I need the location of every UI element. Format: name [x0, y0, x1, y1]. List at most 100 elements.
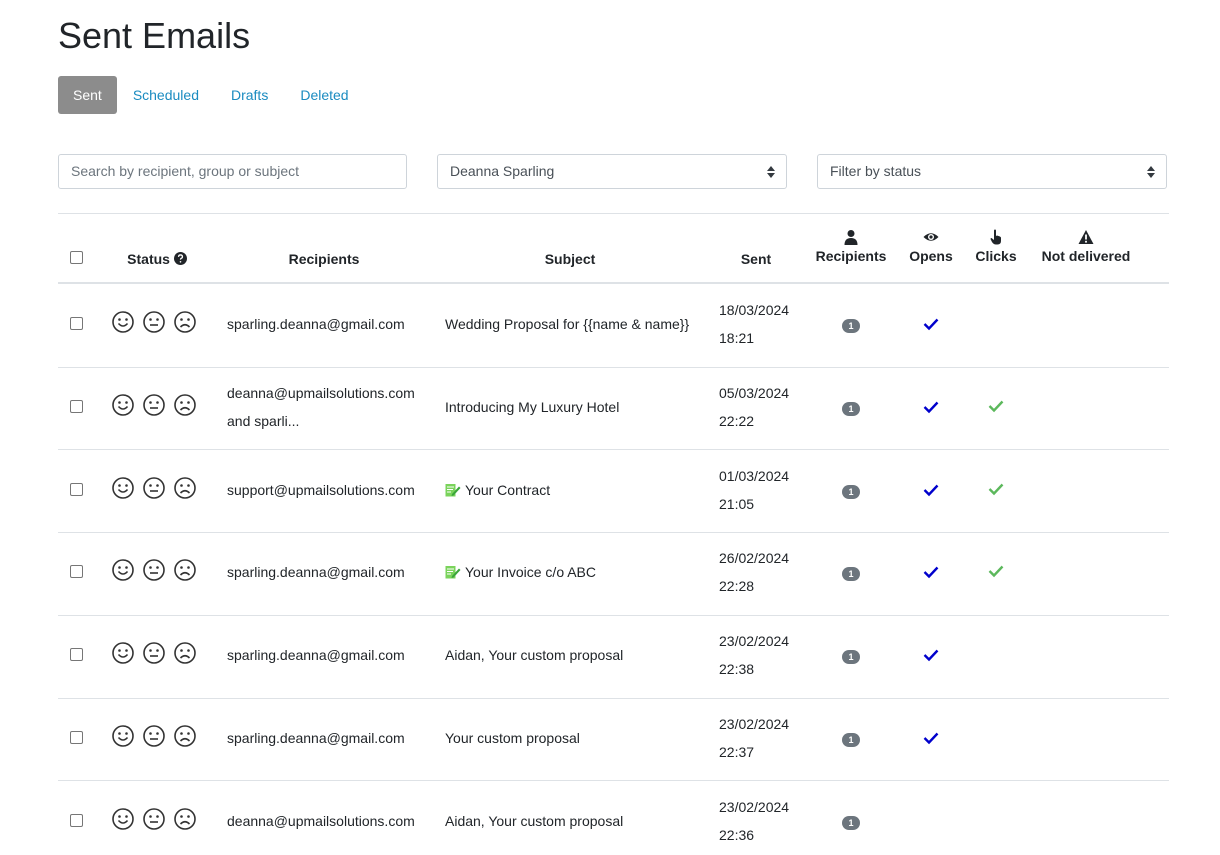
- row-recipients: sparling.deanna@gmail.com: [227, 564, 405, 581]
- signed-document-icon: [445, 566, 461, 579]
- row-sent-date: 26/02/2024: [719, 550, 790, 567]
- row-subject[interactable]: Your Invoice c/o ABC: [445, 558, 596, 586]
- row-sent: 23/02/2024 22:38: [719, 627, 789, 683]
- select-arrows-icon: [767, 166, 775, 178]
- header-clicks[interactable]: Clicks: [966, 229, 1026, 265]
- user-icon: [844, 230, 858, 245]
- row-sent: 18/03/2024 18:21: [719, 296, 789, 352]
- recipients-count-badge[interactable]: 1: [842, 402, 860, 417]
- tab-drafts[interactable]: Drafts: [215, 76, 284, 114]
- frown-face-icon[interactable]: [174, 311, 196, 334]
- recipients-count-badge[interactable]: 1: [842, 484, 860, 499]
- row-subject-text: Wedding Proposal for {{name & name}}: [445, 316, 690, 333]
- blue-check-icon: [923, 319, 939, 331]
- warning-triangle-icon: [1078, 230, 1094, 244]
- neutral-face-icon[interactable]: [143, 311, 165, 334]
- user-select-value: Deanna Sparling: [450, 163, 555, 179]
- header-recipients-count[interactable]: Recipients: [811, 229, 891, 265]
- header-sent[interactable]: Sent: [726, 250, 786, 268]
- header-opens[interactable]: Opens: [901, 229, 961, 265]
- smile-face-icon[interactable]: [112, 311, 134, 334]
- neutral-face-icon[interactable]: [143, 725, 165, 747]
- row-subject[interactable]: Your custom proposal: [445, 724, 580, 752]
- row-subject-text: Your Invoice c/o ABC: [465, 564, 597, 581]
- neutral-face-icon[interactable]: [143, 559, 165, 582]
- green-check-icon: [988, 400, 1004, 413]
- question-circle-icon[interactable]: [173, 252, 187, 265]
- row-sent-time: 18:21: [719, 330, 755, 347]
- row-checkbox[interactable]: [70, 317, 83, 331]
- row-subject-text: Your custom proposal: [445, 729, 580, 746]
- eye-icon: [923, 233, 939, 241]
- header-subject[interactable]: Subject: [510, 250, 630, 268]
- select-arrows-icon: [1147, 166, 1155, 178]
- frown-face-icon[interactable]: [174, 642, 196, 664]
- row-subject[interactable]: Your Contract: [445, 476, 550, 504]
- recipients-count-badge[interactable]: 1: [842, 319, 860, 334]
- row-sent-time: 22:36: [719, 826, 755, 843]
- user-select[interactable]: Deanna Sparling: [437, 154, 787, 189]
- header-status[interactable]: Status: [112, 250, 202, 268]
- row-subject[interactable]: Introducing My Luxury Hotel: [445, 393, 619, 421]
- blue-check-icon: [923, 401, 939, 414]
- row-checkbox[interactable]: [70, 482, 83, 496]
- pointer-hand-icon: [990, 229, 1001, 245]
- row-recipients: sparling.deanna@gmail.com: [227, 316, 405, 333]
- smile-face-icon[interactable]: [112, 807, 134, 830]
- frown-face-icon[interactable]: [174, 559, 196, 582]
- tab-scheduled[interactable]: Scheduled: [117, 76, 215, 114]
- row-divider: [58, 449, 1169, 451]
- tab-bar: Sent Scheduled Drafts Deleted: [58, 76, 365, 114]
- row-sent-date: 23/02/2024: [719, 715, 790, 732]
- header-not-delivered[interactable]: Not delivered: [1031, 229, 1141, 265]
- frown-face-icon[interactable]: [174, 725, 196, 747]
- recipients-count-badge[interactable]: 1: [842, 815, 860, 830]
- recipients-count-badge[interactable]: 1: [842, 567, 860, 582]
- row-checkbox[interactable]: [70, 400, 83, 414]
- neutral-face-icon[interactable]: [143, 642, 165, 664]
- tab-deleted[interactable]: Deleted: [284, 76, 364, 114]
- row-checkbox[interactable]: [70, 730, 83, 744]
- status-select[interactable]: Filter by status: [817, 154, 1167, 189]
- smile-face-icon[interactable]: [112, 642, 134, 664]
- signed-document-icon: [445, 483, 461, 497]
- blue-check-icon: [923, 567, 939, 579]
- row-recipients: sparling.deanna@gmail.com: [227, 647, 405, 664]
- row-subject[interactable]: Aidan, Your custom proposal: [445, 641, 623, 669]
- header-clicks-label: Clicks: [975, 248, 1017, 264]
- neutral-face-icon[interactable]: [143, 807, 165, 830]
- frown-face-icon[interactable]: [174, 476, 196, 499]
- header-status-label: Status: [127, 251, 170, 267]
- tab-sent[interactable]: Sent: [58, 76, 117, 114]
- search-placeholder: Search by recipient, group or subject: [71, 163, 300, 179]
- row-sent-time: 21:05: [719, 495, 755, 512]
- blue-check-icon: [923, 649, 939, 662]
- row-sent-date: 23/02/2024: [719, 798, 790, 815]
- row-checkbox[interactable]: [70, 648, 83, 662]
- neutral-face-icon[interactable]: [143, 394, 165, 416]
- smile-face-icon[interactable]: [112, 559, 134, 582]
- select-all-checkbox[interactable]: [70, 251, 83, 264]
- smile-face-icon[interactable]: [112, 725, 134, 747]
- smile-face-icon[interactable]: [112, 394, 134, 416]
- frown-face-icon[interactable]: [174, 807, 196, 830]
- row-subject[interactable]: Aidan, Your custom proposal: [445, 807, 623, 835]
- table-header-border: [58, 282, 1169, 284]
- row-sent: 23/02/2024 22:37: [719, 710, 789, 766]
- row-sent-time: 22:38: [719, 661, 755, 678]
- row-checkbox[interactable]: [70, 813, 83, 827]
- row-checkbox[interactable]: [70, 565, 83, 579]
- header-recipients[interactable]: Recipients: [264, 250, 384, 268]
- recipients-count-badge[interactable]: 1: [842, 732, 860, 747]
- row-sent: 01/03/2024 21:05: [719, 462, 789, 518]
- recipients-count-badge[interactable]: 1: [842, 650, 860, 665]
- neutral-face-icon[interactable]: [143, 476, 165, 499]
- row-sent-date: 05/03/2024: [719, 385, 790, 402]
- smile-face-icon[interactable]: [112, 476, 134, 499]
- search-input[interactable]: Search by recipient, group or subject: [58, 154, 407, 189]
- row-subject[interactable]: Wedding Proposal for {{name & name}}: [445, 310, 689, 338]
- row-sent: 05/03/2024 22:22: [719, 379, 789, 435]
- row-sent-date: 01/03/2024: [719, 467, 790, 484]
- row-sent-time: 22:37: [719, 743, 755, 760]
- frown-face-icon[interactable]: [174, 394, 196, 416]
